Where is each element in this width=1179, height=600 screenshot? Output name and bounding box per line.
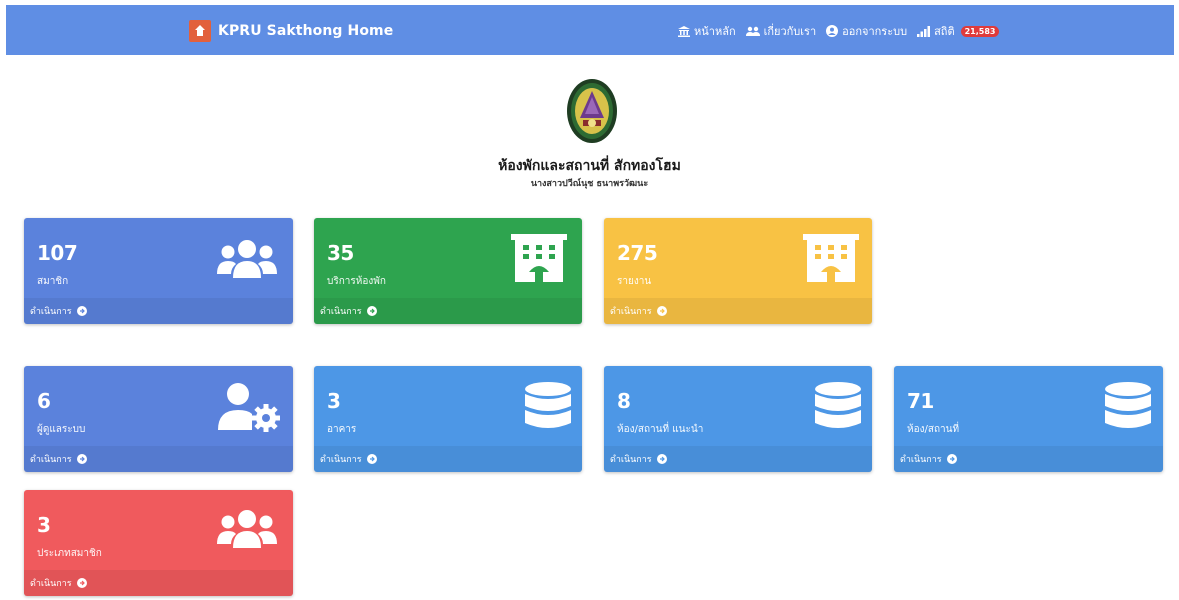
users-icon: [217, 510, 277, 548]
signal-icon: [917, 25, 931, 37]
card-action-label: ดำเนินการ: [900, 455, 942, 465]
brand-text: KPRU Sakthong Home: [218, 23, 394, 39]
nav-about-label: เกี่ยวกับเรา: [763, 25, 817, 38]
users-icon: [217, 240, 277, 278]
card-label: ผู้ดูแลระบบ: [37, 424, 86, 435]
card-count: 71: [907, 389, 934, 413]
card-label: รายงาน: [617, 276, 652, 287]
card-action-link[interactable]: ดำเนินการ: [24, 298, 293, 324]
card-count: 6: [37, 389, 51, 413]
card-action-label: ดำเนินการ: [320, 307, 362, 317]
brand-logo-icon: [189, 20, 211, 42]
hotel-icon: [803, 234, 859, 282]
room-card[interactable]: 71 ห้อง/สถานที่ ดำเนินการ: [894, 366, 1163, 472]
nav-about-link[interactable]: เกี่ยวกับเรา: [745, 22, 817, 40]
card-label: ห้อง/สถานที่: [907, 424, 960, 435]
card-action-label: ดำเนินการ: [320, 455, 362, 465]
nav-stats-label: สถิติ: [934, 25, 955, 38]
card-action-label: ดำเนินการ: [610, 307, 652, 317]
member-type-card[interactable]: 3 ประเภทสมาชิก ดำเนินการ: [24, 490, 293, 596]
card-count: 35: [327, 241, 354, 265]
arrow-right-circle-icon: [656, 306, 667, 316]
card-action-link[interactable]: ดำเนินการ: [894, 446, 1163, 472]
arrow-right-circle-icon: [656, 454, 667, 464]
bank-icon: [678, 25, 690, 37]
card-label: บริการห้องพัก: [327, 276, 386, 287]
building-card[interactable]: 3 อาคาร ดำเนินการ: [314, 366, 582, 472]
nav-home-link[interactable]: หน้าหลัก: [678, 22, 736, 40]
card-count: 107: [37, 241, 78, 265]
members-card[interactable]: 107 สมาชิก ดำเนินการ: [24, 218, 293, 324]
arrow-right-circle-icon: [366, 454, 377, 464]
card-count: 3: [37, 513, 51, 537]
user-circle-icon: [826, 25, 839, 37]
report-card[interactable]: 275 รายงาน ดำเนินการ: [604, 218, 872, 324]
nav-links: หน้าหลัก เกี่ยวกับเรา ออกจากระบบ สถิติ 2…: [678, 21, 1000, 41]
card-count: 275: [617, 241, 658, 265]
arrow-right-circle-icon: [946, 454, 957, 464]
arrow-right-circle-icon: [76, 454, 87, 464]
card-action-label: ดำเนินการ: [30, 579, 72, 589]
card-action-label: ดำเนินการ: [30, 455, 72, 465]
university-emblem-icon: [567, 79, 617, 143]
recommended-room-card[interactable]: 8 ห้อง/สถานที่ แนะนำ ดำเนินการ: [604, 366, 872, 472]
hotel-icon: [511, 234, 567, 282]
card-action-link[interactable]: ดำเนินการ: [24, 446, 293, 472]
stats-badge: 21,583: [960, 25, 1000, 37]
nav-logout-link[interactable]: ออกจากระบบ: [826, 22, 907, 40]
top-navbar: KPRU Sakthong Home หน้าหลัก เกี่ยวกับเรา…: [6, 5, 1174, 55]
card-count: 8: [617, 389, 631, 413]
card-label: ห้อง/สถานที่ แนะนำ: [617, 424, 704, 435]
card-action-link[interactable]: ดำเนินการ: [314, 446, 582, 472]
page-title: ห้องพักและสถานที่ สักทองโฮม: [498, 158, 681, 174]
user-gear-icon: [218, 383, 280, 432]
nav-logout-label: ออกจากระบบ: [842, 25, 908, 38]
arrow-right-circle-icon: [76, 578, 87, 588]
card-action-link[interactable]: ดำเนินการ: [604, 298, 872, 324]
card-count: 3: [327, 389, 341, 413]
arrow-right-circle-icon: [366, 306, 377, 316]
nav-home-label: หน้าหลัก: [694, 25, 736, 38]
card-label: อาคาร: [327, 424, 357, 435]
admin-card[interactable]: 6 ผู้ดูแลระบบ ดำเนินการ: [24, 366, 293, 472]
page-subtitle: นางสาวปวีณ์นุช ธนาพรวัฒนะ: [530, 179, 649, 189]
nav-stats-link[interactable]: สถิติ 21,583: [917, 22, 1000, 40]
card-label: ประเภทสมาชิก: [37, 548, 102, 559]
card-action-link[interactable]: ดำเนินการ: [314, 298, 582, 324]
arrow-right-circle-icon: [76, 306, 87, 316]
database-icon: [1105, 382, 1151, 428]
card-action-link[interactable]: ดำเนินการ: [24, 570, 293, 596]
database-icon: [815, 382, 861, 428]
users-cog-icon: [745, 26, 760, 36]
brand-link[interactable]: KPRU Sakthong Home: [189, 20, 393, 42]
card-label: สมาชิก: [37, 276, 69, 287]
card-action-label: ดำเนินการ: [30, 307, 72, 317]
database-icon: [525, 382, 571, 428]
card-action-link[interactable]: ดำเนินการ: [604, 446, 872, 472]
room-service-card[interactable]: 35 บริการห้องพัก ดำเนินการ: [314, 218, 582, 324]
card-action-label: ดำเนินการ: [610, 455, 652, 465]
